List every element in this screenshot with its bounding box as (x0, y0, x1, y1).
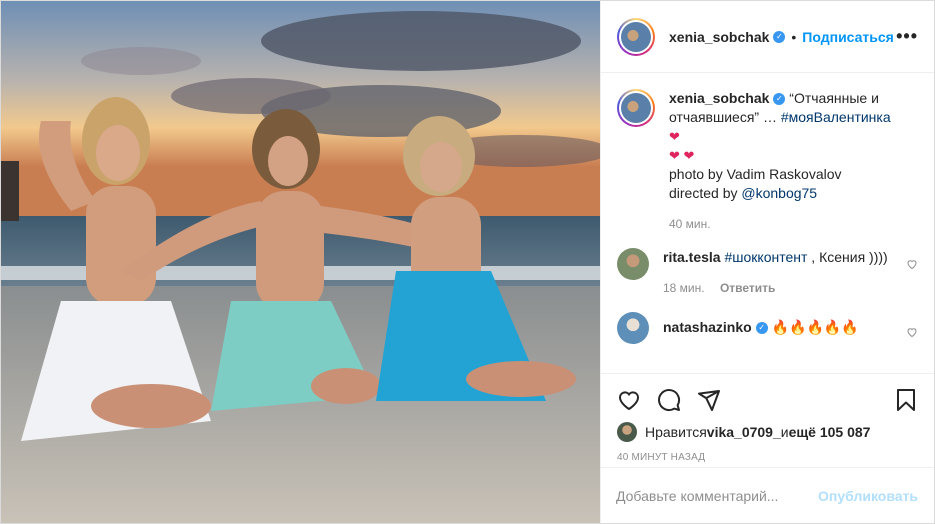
caption-photo-credit: photo by Vadim Raskovalov (669, 166, 842, 182)
verified-badge-icon: ✓ (773, 93, 786, 106)
comment-input[interactable] (616, 487, 819, 504)
caption: xenia_sobchak ✓ “Отчаянные и отчаявшиеся”… (617, 89, 918, 234)
verified-badge-icon: ✓ (755, 322, 768, 335)
author-username[interactable]: xenia_sobchak (669, 29, 769, 45)
beach-photo-illustration (1, 1, 600, 523)
caption-mention[interactable]: @konbog75 (741, 185, 817, 201)
more-icon[interactable]: ••• (896, 26, 918, 47)
follow-button[interactable]: Подписаться (802, 29, 894, 45)
comments-list: xenia_sobchak ✓ “Отчаянные и отчаявшиеся”… (601, 73, 934, 373)
comment-text: 🔥🔥🔥🔥🔥 (771, 319, 859, 335)
commenter-avatar[interactable] (617, 312, 649, 344)
like-comment-heart-icon[interactable] (906, 258, 918, 270)
comment-icon[interactable] (657, 388, 681, 412)
comment-text: , Ксения )))) (807, 249, 888, 265)
posted-time[interactable]: 40 минут назад (617, 452, 918, 463)
heart-icon[interactable] (617, 388, 641, 412)
liker-username[interactable]: vika_0709_ (707, 424, 781, 440)
caption-hashtag[interactable]: #мояВалентинка (781, 109, 891, 125)
likes-summary: Нравится vika_0709_ и ещё 105 087 (617, 422, 918, 442)
caption-avatar[interactable] (617, 89, 655, 127)
comment-time[interactable]: 18 мин. (663, 281, 705, 295)
reply-button[interactable]: Ответить (720, 281, 775, 295)
instagram-post: xenia_sobchak ✓ • Подписаться ••• xenia_… (0, 0, 935, 524)
like-comment-heart-icon[interactable] (906, 326, 918, 338)
author-avatar[interactable] (617, 17, 655, 56)
comment-username[interactable]: natashazinko (663, 319, 752, 335)
verified-badge-icon: ✓ (773, 30, 786, 43)
separator-dot: • (791, 28, 797, 45)
post-photo[interactable] (1, 1, 601, 523)
comment-hashtag[interactable]: #шокконтент (724, 249, 807, 265)
likes-count[interactable]: ещё 105 087 (789, 424, 871, 440)
commenter-avatar[interactable] (617, 248, 649, 280)
likes-middle: и (780, 424, 789, 440)
comment-username[interactable]: rita.tesla (663, 249, 721, 265)
heart-emoji: ❤ ❤ (669, 148, 695, 163)
caption-time[interactable]: 40 мин. (669, 217, 711, 231)
bookmark-icon[interactable] (894, 388, 918, 412)
publish-button[interactable]: Опубликовать (818, 488, 918, 504)
caption-username[interactable]: xenia_sobchak (669, 90, 769, 106)
add-comment-bar: Опубликовать (600, 467, 934, 523)
comment-row: natashazinko ✓ 🔥🔥🔥🔥🔥 (617, 312, 918, 344)
likes-prefix: Нравится (645, 424, 707, 440)
post-header: xenia_sobchak ✓ • Подписаться ••• (601, 1, 934, 73)
post-sidebar: xenia_sobchak ✓ • Подписаться ••• xenia_… (601, 1, 934, 523)
comment-row: rita.tesla #шокконтент , Ксения )))) 18 … (617, 248, 918, 298)
caption-directed-by: directed by (669, 185, 742, 201)
share-icon[interactable] (697, 388, 721, 412)
liker-avatar[interactable] (617, 422, 637, 442)
heart-emoji: ❤ (669, 129, 680, 144)
